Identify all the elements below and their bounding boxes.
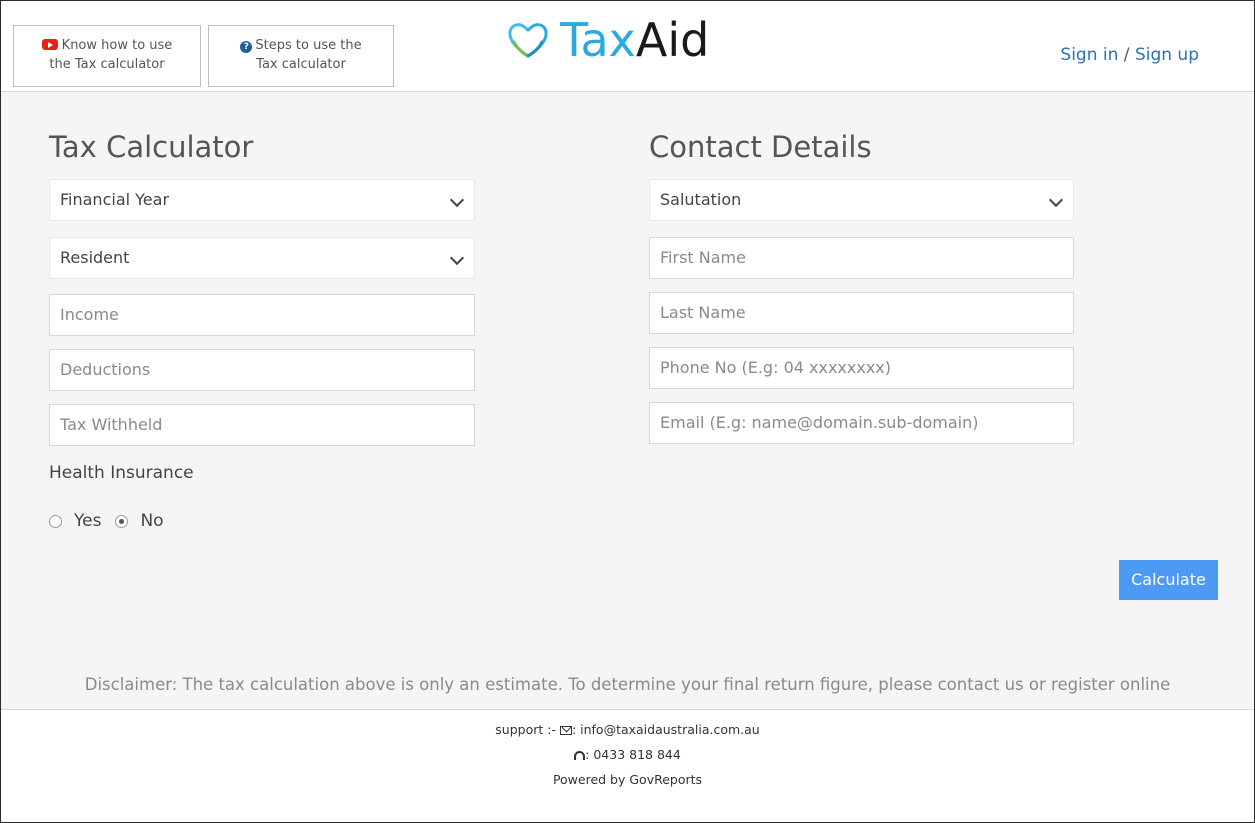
steps-help-button[interactable]: ? Steps to use the Tax calculator <box>208 25 394 87</box>
header: Know how to use the Tax calculator ? Step… <box>1 1 1254 92</box>
health-insurance-yes-label[interactable]: Yes <box>74 511 101 531</box>
taxaid-logo[interactable]: Tax Aid <box>506 13 710 67</box>
health-insurance-options: Yes No <box>49 511 178 531</box>
video-help-button[interactable]: Know how to use the Tax calculator <box>13 25 201 87</box>
income-placeholder: Income <box>60 305 119 324</box>
signin-links: Sign in / Sign up <box>1060 45 1199 65</box>
support-phone-line: : 0433 818 844 <box>1 747 1254 762</box>
last-name-input[interactable]: Last Name <box>649 292 1074 334</box>
sign-up-link[interactable]: Sign up <box>1135 45 1199 65</box>
page-frame: Know how to use the Tax calculator ? Step… <box>0 0 1255 823</box>
financial-year-value: Financial Year <box>60 190 170 209</box>
last-name-placeholder: Last Name <box>660 303 746 322</box>
sign-in-link[interactable]: Sign in <box>1060 45 1118 65</box>
email-input[interactable]: Email (E.g: name@domain.sub-domain) <box>649 402 1074 444</box>
chevron-down-icon <box>1048 192 1064 208</box>
question-circle-icon: ? <box>240 41 253 53</box>
steps-help-line2: Tax calculator <box>256 57 346 72</box>
video-help-line2: the Tax calculator <box>49 57 165 72</box>
support-email-line: support :- : info@taxaidaustralia.com.au <box>1 722 1254 737</box>
salutation-select[interactable]: Salutation <box>649 179 1074 221</box>
youtube-icon <box>41 39 58 50</box>
residency-value: Resident <box>60 248 130 267</box>
calculate-button[interactable]: Calculate <box>1119 560 1218 600</box>
first-name-placeholder: First Name <box>660 248 746 267</box>
disclaimer-text: Disclaimer: The tax calculation above is… <box>84 675 1171 694</box>
logo-text-tax: Tax <box>560 13 636 67</box>
health-insurance-label: Health Insurance <box>49 463 194 483</box>
steps-help-line1-wrap: ? Steps to use the <box>209 36 393 55</box>
salutation-value: Salutation <box>660 190 742 209</box>
video-help-line1-wrap: Know how to use <box>14 36 200 55</box>
residency-select[interactable]: Resident <box>49 237 475 279</box>
phone-input[interactable]: Phone No (E.g: 04 xxxxxxxx) <box>649 347 1074 389</box>
chevron-down-icon <box>449 192 465 208</box>
financial-year-select[interactable]: Financial Year <box>49 179 475 221</box>
support-email[interactable]: : info@taxaidaustralia.com.au <box>572 722 760 737</box>
email-placeholder: Email (E.g: name@domain.sub-domain) <box>660 413 979 432</box>
contact-details-title: Contact Details <box>649 130 872 164</box>
chevron-down-icon <box>449 250 465 266</box>
mail-icon <box>559 726 572 735</box>
deductions-input[interactable]: Deductions <box>49 349 475 391</box>
phone-placeholder: Phone No (E.g: 04 xxxxxxxx) <box>660 358 891 377</box>
first-name-input[interactable]: First Name <box>649 237 1074 279</box>
headset-icon <box>574 751 586 760</box>
health-insurance-yes-radio[interactable] <box>49 514 62 528</box>
signin-separator: / <box>1118 45 1135 65</box>
video-help-line1: Know how to use <box>61 38 173 53</box>
deductions-placeholder: Deductions <box>60 360 151 379</box>
health-insurance-no-label[interactable]: No <box>140 511 163 531</box>
health-insurance-no-radio[interactable] <box>115 514 129 528</box>
tax-withheld-input[interactable]: Tax Withheld <box>49 404 475 446</box>
heart-logo-icon <box>508 23 548 58</box>
logo-text-aid: Aid <box>635 13 710 67</box>
tax-withheld-placeholder: Tax Withheld <box>60 415 163 434</box>
income-input[interactable]: Income <box>49 294 475 336</box>
support-label: support :- <box>495 722 556 737</box>
powered-by[interactable]: Powered by GovReports <box>1 772 1254 787</box>
main-content: Tax Calculator Contact Details Financial… <box>1 92 1254 709</box>
footer: support :- : info@taxaidaustralia.com.au… <box>1 709 1254 822</box>
steps-help-line1: Steps to use the <box>255 38 362 53</box>
tax-calculator-title: Tax Calculator <box>49 130 254 164</box>
support-phone[interactable]: : 0433 818 844 <box>585 747 681 762</box>
